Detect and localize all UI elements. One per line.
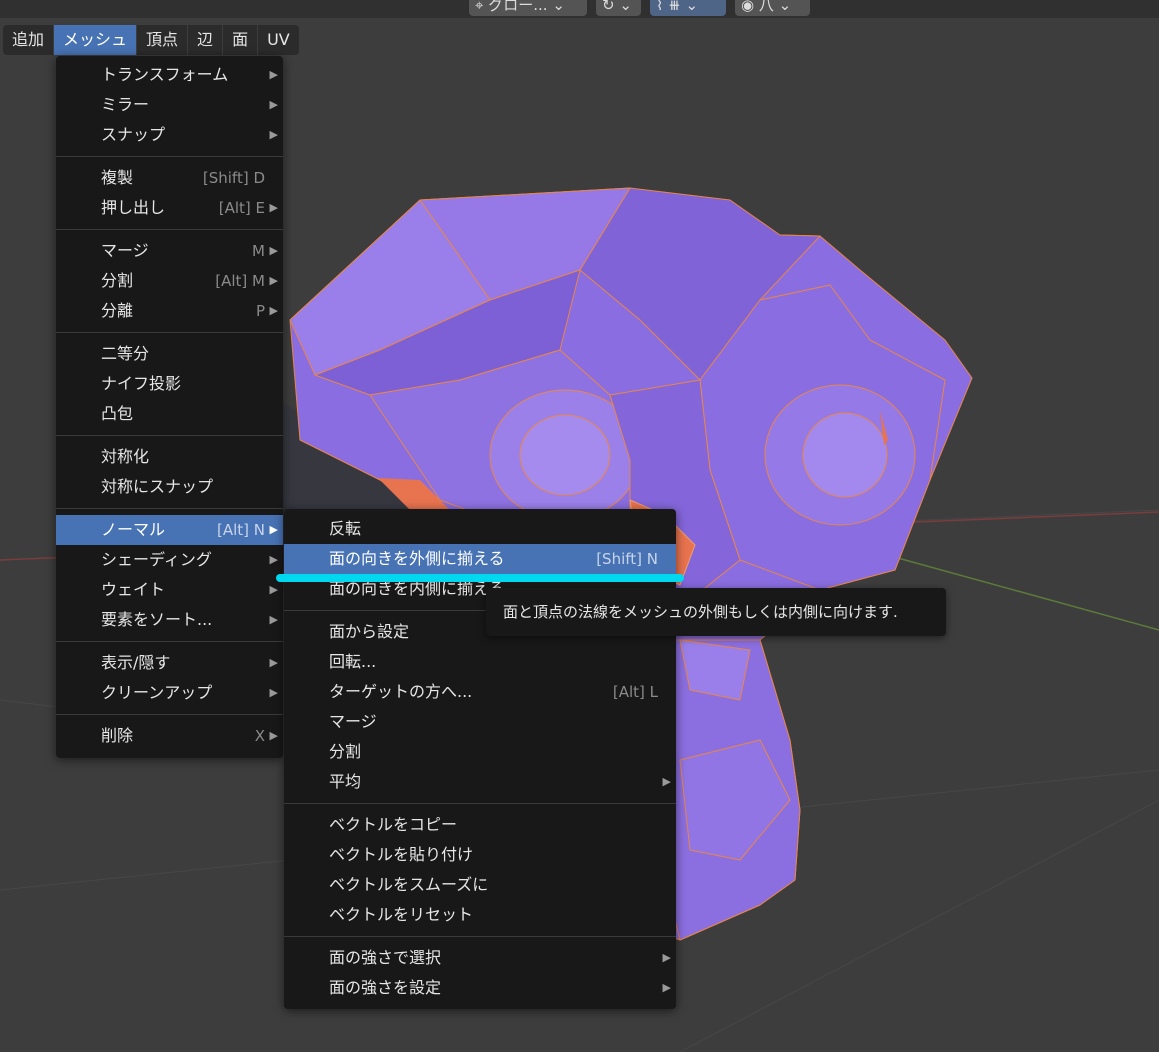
chevron-down-icon: ⌄ (552, 0, 565, 14)
menu-item-point-to-target[interactable]: ターゲットの方へ... [Alt] L (284, 677, 676, 707)
menu-item-rotate[interactable]: 回転... (284, 647, 676, 677)
chevron-down-icon: ⌄ (778, 0, 792, 14)
menu-item-show-hide[interactable]: 表示/隠す ▶ (56, 648, 283, 678)
shortcut-label: [Alt] E (218, 199, 265, 217)
menu-item-recalculate-outside[interactable]: 面の向きを外側に揃える [Shift] N (284, 544, 676, 574)
menu-item-copy-vector[interactable]: ベクトルをコピー (284, 810, 676, 840)
menu-item-select-by-face-strength[interactable]: 面の強さで選択 ▶ (284, 943, 676, 973)
menu-item-average[interactable]: 平均 ▶ (284, 767, 676, 797)
shortcut-label: [Shift] N (596, 550, 658, 568)
menu-item-delete[interactable]: 削除 X ▶ (56, 721, 283, 751)
shortcut-label: [Shift] D (202, 169, 265, 187)
menu-item-merge[interactable]: マージ M ▶ (56, 236, 283, 266)
chevron-down-icon: ⌄ (619, 0, 632, 14)
menu-item-split[interactable]: 分割 [Alt] M ▶ (56, 266, 283, 296)
tooltip-text: 面と頂点の法線をメッシュの外側もしくは内側に向けます. (503, 603, 898, 621)
snap-toggle[interactable]: ⌇ ⧻ ⌄ (650, 0, 726, 16)
menu-separator (56, 435, 283, 436)
menu-separator (56, 714, 283, 715)
transform-orientation-icon: ⌖ (475, 0, 484, 14)
submenu-arrow-icon: ▶ (269, 613, 278, 626)
submenu-arrow-icon: ▶ (662, 775, 671, 788)
menu-item-duplicate[interactable]: 複製 [Shift] D (56, 163, 283, 193)
shortcut-label: P (255, 302, 265, 320)
menu-item-transform[interactable]: トランスフォーム ▶ (56, 60, 283, 90)
menu-item-mirror[interactable]: ミラー ▶ (56, 90, 283, 120)
menu-vertex[interactable]: 頂点 (137, 25, 188, 55)
menu-item-convex-hull[interactable]: 凸包 (56, 399, 283, 429)
shortcut-label: X (254, 727, 265, 745)
menu-item-shading[interactable]: シェーディング ▶ (56, 545, 283, 575)
proportional-edit-toggle[interactable]: ◉ 八 ⌄ (735, 0, 810, 16)
menu-separator (284, 803, 676, 804)
menu-item-merge[interactable]: マージ (284, 707, 676, 737)
menu-item-sort-elements[interactable]: 要素をソート... ▶ (56, 605, 283, 635)
menu-item-snap[interactable]: スナップ ▶ (56, 120, 283, 150)
submenu-arrow-icon: ▶ (269, 201, 278, 214)
tooltip: 面と頂点の法線をメッシュの外側もしくは内側に向けます. (486, 588, 946, 636)
submenu-arrow-icon: ▶ (269, 686, 278, 699)
shortcut-label: [Alt] N (216, 521, 265, 539)
editor-menubar: 追加 メッシュ 頂点 辺 面 UV (3, 25, 299, 55)
shortcut-label: [Alt] L (612, 683, 658, 701)
menu-item-bisect[interactable]: 二等分 (56, 339, 283, 369)
submenu-arrow-icon: ▶ (662, 951, 671, 964)
menu-item-flip[interactable]: 反転 (284, 514, 676, 544)
submenu-arrow-icon: ▶ (269, 68, 278, 81)
submenu-arrow-icon: ▶ (662, 981, 671, 994)
menu-item-set-face-strength[interactable]: 面の強さを設定 ▶ (284, 973, 676, 1003)
highlight-annotation-line (276, 574, 684, 582)
submenu-arrow-icon: ▶ (269, 729, 278, 742)
submenu-arrow-icon: ▶ (269, 656, 278, 669)
submenu-arrow-icon: ▶ (269, 128, 278, 141)
menu-item-clean-up[interactable]: クリーンアップ ▶ (56, 678, 283, 708)
submenu-arrow-icon: ▶ (269, 244, 278, 257)
menu-separator (56, 641, 283, 642)
submenu-arrow-icon: ▶ (269, 98, 278, 111)
mesh-dropdown-menu: トランスフォーム ▶ ミラー ▶ スナップ ▶ 複製 [Shift] D 押し出し [Al… (56, 56, 283, 758)
chevron-down-icon: ⌄ (685, 0, 699, 14)
menu-item-extrude[interactable]: 押し出し [Alt] E ▶ (56, 193, 283, 223)
menu-item-weights[interactable]: ウェイト ▶ (56, 575, 283, 605)
menu-edge[interactable]: 辺 (188, 25, 223, 55)
menu-uv[interactable]: UV (258, 25, 299, 55)
menu-separator (56, 229, 283, 230)
submenu-arrow-icon: ▶ (269, 304, 278, 317)
menu-item-paste-vector[interactable]: ベクトルを貼り付け (284, 840, 676, 870)
menu-face[interactable]: 面 (223, 25, 258, 55)
menu-item-split[interactable]: 分割 (284, 737, 676, 767)
shortcut-label: M (252, 242, 265, 260)
menu-separator (56, 332, 283, 333)
menu-item-reset-vectors[interactable]: ベクトルをリセット (284, 900, 676, 930)
menu-mesh[interactable]: メッシュ (54, 25, 137, 55)
menu-separator (56, 508, 283, 509)
normals-submenu: 反転 面の向きを外側に揃える [Shift] N 面の向きを内側に揃える 面から設… (284, 509, 676, 1009)
snap-icon: ⌇ ⧻ (656, 0, 681, 14)
proportional-edit-icon: ◉ (741, 0, 755, 14)
menu-item-knife-project[interactable]: ナイフ投影 (56, 369, 283, 399)
submenu-arrow-icon: ▶ (269, 553, 278, 566)
menu-separator (284, 936, 676, 937)
submenu-arrow-icon: ▶ (269, 523, 278, 536)
menu-item-snap-to-symmetry[interactable]: 対称にスナップ (56, 472, 283, 502)
transform-orientation-dropdown[interactable]: ⌖ グロー... ⌄ (469, 0, 587, 16)
menu-item-separate[interactable]: 分離 P ▶ (56, 296, 283, 326)
menu-item-symmetrize[interactable]: 対称化 (56, 442, 283, 472)
submenu-arrow-icon: ▶ (269, 274, 278, 287)
menu-separator (56, 156, 283, 157)
pivot-point-dropdown[interactable]: ↻ ⌄ (596, 0, 641, 16)
shortcut-label: [Alt] M (215, 272, 265, 290)
menu-item-smooth-vectors[interactable]: ベクトルをスムーズに (284, 870, 676, 900)
menu-add[interactable]: 追加 (3, 25, 54, 55)
pivot-icon: ↻ (602, 0, 615, 14)
menu-item-normals[interactable]: ノーマル [Alt] N ▶ (56, 515, 283, 545)
